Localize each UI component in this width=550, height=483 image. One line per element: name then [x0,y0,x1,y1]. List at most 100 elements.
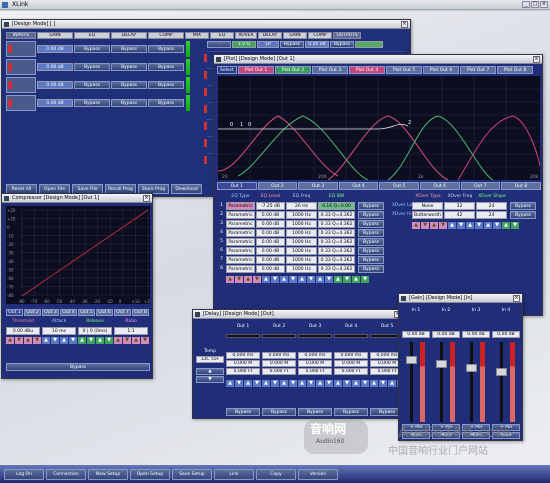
eq-type-8[interactable]: Parametric [226,265,255,273]
out-comp-bypass[interactable]: Bypass [330,41,354,48]
comp-bypass-2[interactable]: Bypass [148,63,184,71]
xover-xo_lo-type[interactable]: None [412,202,443,210]
close-icon[interactable]: × [533,56,540,63]
comp-out-button-4[interactable]: Out 4 [60,309,77,316]
input-strip-2[interactable] [6,59,36,75]
plot-out-button-2[interactable]: Out 2 [257,182,298,190]
plot-tab-6[interactable]: Plot Out 6 [423,66,459,74]
eq-arrow-down-icon[interactable]: ▼ [343,276,351,283]
xover-xo_hi-slope[interactable]: 24 [476,211,507,219]
gain-value-1[interactable]: 0.00 dB [402,331,430,338]
xover-arrow-up-icon[interactable]: ▲ [502,222,510,229]
delay-arrow-down-icon[interactable]: ▼ [379,380,387,387]
eq-arrow-down-icon[interactable]: ▼ [271,276,279,283]
xover-arrow-down-icon[interactable]: ▼ [475,222,483,229]
plot-out-button-8[interactable]: Out 8 [501,182,541,190]
eq-bypass-button-4[interactable]: Bypass [358,229,384,237]
plot-tab-3[interactable]: Plot Out 3 [312,66,348,74]
plot-tab-7[interactable]: Plot Out 7 [460,66,496,74]
delay-ft-3[interactable]: 0.000 Ft [298,368,332,375]
eq-bypass-button-2[interactable]: Bypass [358,211,384,219]
delay-arrow-down-icon[interactable]: ▼ [289,380,297,387]
comp-out-button-5[interactable]: Out 5 [78,309,95,316]
eq-freq-8[interactable]: 1000 Hz [286,265,317,273]
xover-arrow-down-icon[interactable]: ▼ [439,222,447,229]
close-button[interactable]: × [540,1,548,8]
plot-out-button-7[interactable]: Out 7 [460,182,501,190]
xover-arrow-down-icon[interactable]: ▼ [421,222,429,229]
eq-bypass-button-8[interactable]: Bypass [358,265,384,273]
mix-routing[interactable]: · [207,41,231,48]
delay-bypass-button-1[interactable]: Bypass [226,408,260,416]
comp-out-button-2[interactable]: Out 2 [24,309,41,316]
comp-out-button-7[interactable]: Out 7 [114,309,131,316]
gain-slider-handle[interactable] [496,368,507,376]
delay-m-3[interactable]: 0.000 M [298,360,332,367]
input-gain-1[interactable]: 0.00 dB [37,45,73,53]
eq-type-3[interactable]: Parametric [226,220,255,228]
delay-arrow-up-icon[interactable]: ▲ [244,380,252,387]
xover-xo_lo-freq[interactable]: 32 [444,202,475,210]
delay-ms-2[interactable]: 0.000 ms [262,352,296,359]
design-download-button[interactable]: Download [171,184,202,194]
comp-out-button-1[interactable]: Out 1 [6,309,23,316]
comp-arrow-up-icon[interactable]: ▲ [60,337,68,344]
delay-arrow-up-icon[interactable]: ▲ [262,380,270,387]
comp-ratio-value[interactable]: 1:1 [114,327,148,335]
gain-slider-track[interactable] [410,342,413,422]
plot-title-bar[interactable]: [Plot] [Design Mode] [Out 1] × [214,55,542,64]
eq-bw-1[interactable]: 0.16 Q=0.00 [318,202,355,210]
eq-arrow-up-icon[interactable]: ▲ [334,276,342,283]
comp-arrow-up-icon[interactable]: ▲ [114,337,122,344]
eq-freq-2[interactable]: 1000 Hz [286,211,317,219]
eq-level-6[interactable]: 0.00 dB [256,247,285,255]
taskbar-version-button[interactable]: Version [298,468,338,480]
delay-arrow-up-icon[interactable]: ▲ [298,380,306,387]
plot-tab-4[interactable]: Plot Out 4 [349,66,385,74]
eq-bypass-button-5[interactable]: Bypass [358,238,384,246]
delay-ft-2[interactable]: 0.000 Ft [262,368,296,375]
taskbar-link-button[interactable]: Link [214,468,254,480]
gain-slider-track[interactable] [470,342,473,422]
delay-bypass-3[interactable]: Bypass [111,81,147,89]
eq-freq-6[interactable]: 1000 Hz [286,247,317,255]
eq-type-4[interactable]: Parametric [226,229,255,237]
xover-arrow-down-icon[interactable]: ▼ [511,222,519,229]
xover-xo_hi-bypass[interactable]: Bypass [510,211,536,219]
taskbar-new-setup-button[interactable]: New Setup [88,468,128,480]
close-icon[interactable]: × [513,295,520,302]
delay-arrow-down-icon[interactable]: ▼ [253,380,261,387]
plot-tab-2[interactable]: Plot Out 2 [275,66,311,74]
xover-arrow-down-icon[interactable]: ▼ [457,222,465,229]
eq-freq-4[interactable]: 1000 Hz [286,229,317,237]
delay-bypass-4[interactable]: Bypass [111,99,147,107]
input-strip-1[interactable] [6,41,36,57]
delay-arrow-down-icon[interactable]: ▼ [307,380,315,387]
delay-m-4[interactable]: 0.000 M [334,360,368,367]
xover-xo_hi-freq[interactable]: 42 [444,211,475,219]
temp-value[interactable]: 13C 55F [196,356,224,363]
delay-title-bar[interactable]: [Delay] [Design Mode] [Out]× [193,310,403,319]
out-gain[interactable]: 0.00 dB [305,41,329,48]
delay-arrow-up-icon[interactable]: ▲ [334,380,342,387]
comp-arrow-down-icon[interactable]: ▼ [87,337,95,344]
plot-out-button-5[interactable]: Out 5 [379,182,419,190]
delay-slider-track[interactable] [334,334,368,338]
design-title-bar[interactable]: [Design Mode] [ ] × [2,20,410,29]
comp-arrow-up-icon[interactable]: ▲ [6,337,14,344]
comp-arrow-up-icon[interactable]: ▲ [132,337,140,344]
eq-bw-7[interactable]: 0.33 Q=4.362 [318,256,355,264]
eq-arrow-down-icon[interactable]: ▼ [235,276,243,283]
eq-freq-5[interactable]: 1000 Hz [286,238,317,246]
out-eq-q[interactable]: 1.0 Q [232,41,256,48]
eq-bw-6[interactable]: 0.33 Q=4.362 [318,247,355,255]
plot-tab-1[interactable]: Plot Out 1 [238,66,274,74]
comp-arrow-up-icon[interactable]: ▲ [78,337,86,344]
xover-arrow-up-icon[interactable]: ▲ [412,222,420,229]
plot-out-button-4[interactable]: Out 4 [338,182,379,190]
eq-bypass-button-7[interactable]: Bypass [358,256,384,264]
xover-arrow-up-icon[interactable]: ▲ [448,222,456,229]
eq-arrow-down-icon[interactable]: ▼ [289,276,297,283]
eq-level-5[interactable]: 0.00 dB [256,238,285,246]
comp-attack-value[interactable]: 10 ms [42,327,76,335]
